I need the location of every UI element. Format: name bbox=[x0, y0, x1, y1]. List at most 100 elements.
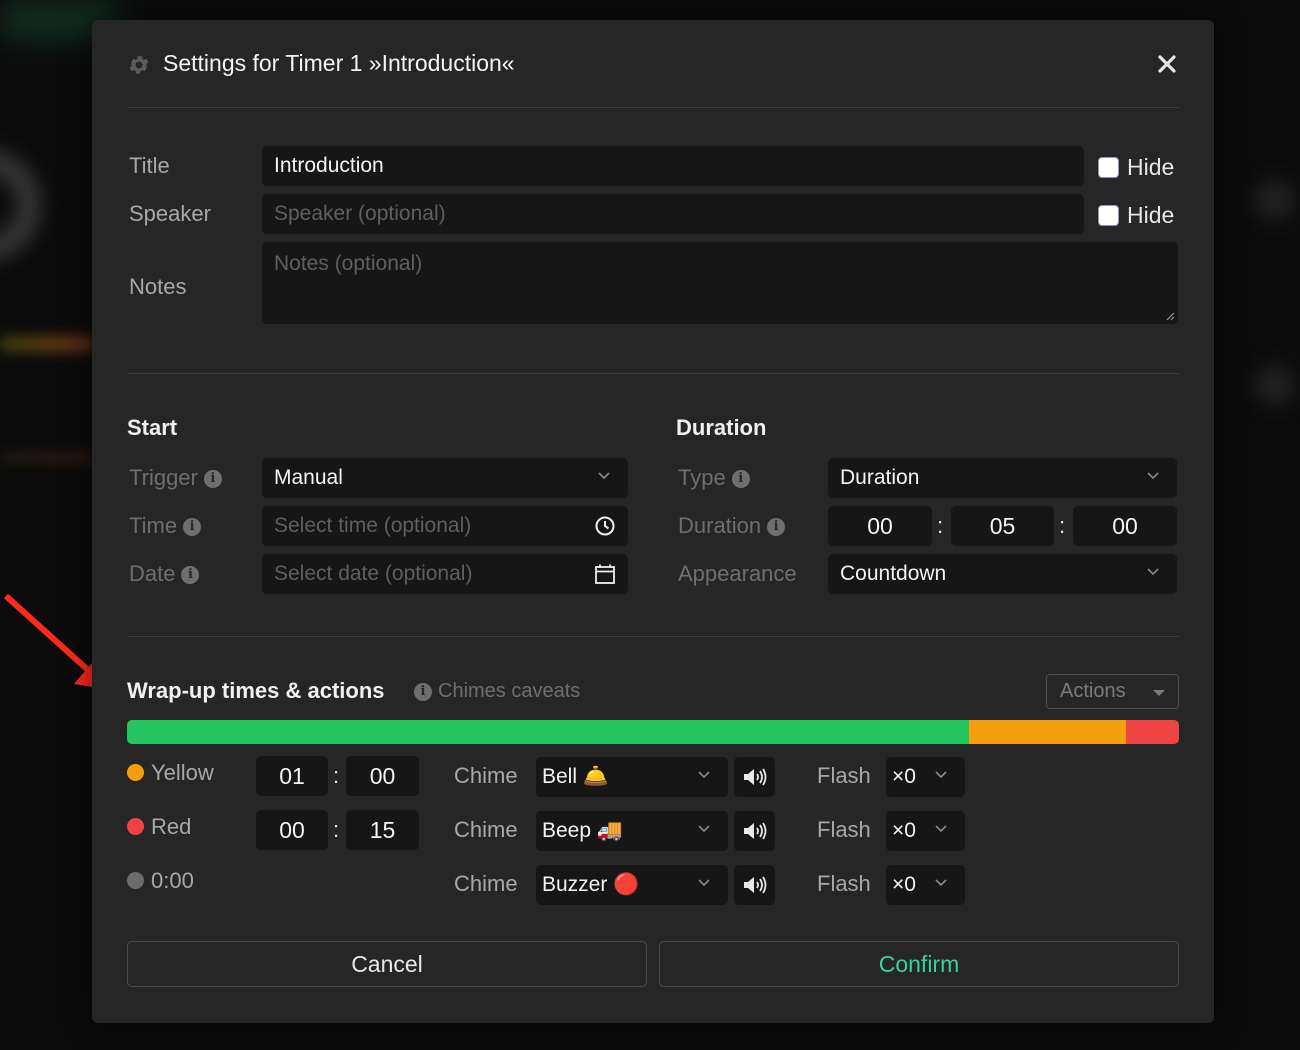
red-chime-select[interactable]: Beep 🚚 bbox=[536, 811, 728, 851]
time-placeholder: Select time (optional) bbox=[274, 514, 472, 537]
yellow-chime-value: Bell 🛎️ bbox=[542, 765, 609, 788]
chimes-caveats-link[interactable]: i Chimes caveats bbox=[414, 680, 580, 703]
title-hide-checkbox[interactable] bbox=[1098, 157, 1119, 178]
yellow-row-name: Yellow bbox=[151, 760, 214, 785]
time-separator: : bbox=[937, 513, 944, 538]
chevron-down-icon bbox=[1147, 472, 1159, 480]
chevron-down-icon bbox=[935, 771, 947, 779]
red-row-label: Red bbox=[127, 814, 191, 840]
chevron-down-icon bbox=[698, 879, 710, 887]
duration-seconds-input[interactable]: 00 bbox=[1073, 506, 1177, 546]
actions-dropdown-button[interactable]: Actions bbox=[1046, 674, 1179, 709]
timer-settings-dialog: Settings for Timer 1 »Introduction« Titl… bbox=[92, 20, 1214, 1023]
time-separator: : bbox=[333, 763, 340, 788]
actions-label: Actions bbox=[1060, 680, 1126, 702]
chime-label: Chime bbox=[454, 871, 518, 896]
red-preview-chime-button[interactable] bbox=[734, 811, 775, 851]
dialog-header: Settings for Timer 1 »Introduction« bbox=[127, 20, 1179, 108]
divider bbox=[127, 636, 1179, 637]
green-phase-segment bbox=[127, 720, 969, 744]
chime-label: Chime bbox=[454, 817, 518, 842]
clock-icon[interactable] bbox=[594, 515, 616, 537]
time-label-text: Time bbox=[129, 513, 178, 538]
yellow-flash-value: ×0 bbox=[892, 765, 916, 788]
title-hide-label: Hide bbox=[1127, 154, 1175, 180]
dialog-title: Settings for Timer 1 »Introduction« bbox=[163, 50, 515, 76]
speaker-hide-toggle[interactable]: Hide bbox=[1098, 202, 1174, 229]
appearance-select[interactable]: Countdown bbox=[828, 554, 1177, 594]
trigger-select[interactable]: Manual bbox=[262, 458, 628, 498]
date-label: Date i bbox=[129, 561, 200, 587]
date-picker-input[interactable]: Select date (optional) bbox=[262, 554, 628, 594]
red-minutes-input[interactable]: 00 bbox=[256, 810, 328, 850]
yellow-row-label: Yellow bbox=[127, 760, 214, 786]
gray-dot-icon bbox=[127, 871, 144, 889]
date-label-text: Date bbox=[129, 561, 176, 586]
zero-row-name: 0:00 bbox=[151, 868, 194, 893]
yellow-flash-select[interactable]: ×0 bbox=[886, 757, 965, 797]
speaker-input[interactable]: Speaker (optional) bbox=[262, 194, 1084, 234]
info-icon[interactable]: i bbox=[183, 518, 202, 537]
flash-label: Flash bbox=[817, 817, 871, 842]
chevron-down-icon bbox=[935, 825, 947, 833]
title-input[interactable]: Introduction bbox=[262, 146, 1084, 186]
date-placeholder: Select date (optional) bbox=[274, 562, 473, 585]
time-label: Time i bbox=[129, 513, 202, 539]
calendar-icon[interactable] bbox=[594, 563, 616, 585]
trigger-label: Trigger i bbox=[129, 465, 222, 491]
info-icon[interactable]: i bbox=[181, 566, 200, 585]
appearance-value: Countdown bbox=[840, 562, 947, 585]
yellow-preview-chime-button[interactable] bbox=[734, 757, 775, 797]
confirm-button[interactable]: Confirm bbox=[659, 941, 1179, 987]
duration-label-text: Duration bbox=[678, 513, 762, 538]
chevron-down-icon bbox=[598, 472, 610, 480]
red-row-name: Red bbox=[151, 814, 192, 839]
cancel-button[interactable]: Cancel bbox=[127, 941, 647, 987]
info-icon[interactable]: i bbox=[731, 470, 750, 489]
chevron-down-icon bbox=[935, 879, 947, 887]
speaker-icon bbox=[743, 822, 766, 840]
flash-label: Flash bbox=[817, 871, 871, 896]
type-select[interactable]: Duration bbox=[828, 458, 1177, 498]
gear-icon bbox=[129, 56, 149, 74]
red-flash-select[interactable]: ×0 bbox=[886, 811, 965, 851]
chevron-down-icon bbox=[1147, 568, 1159, 576]
trigger-label-text: Trigger bbox=[129, 465, 198, 490]
notes-placeholder: Notes (optional) bbox=[274, 252, 423, 275]
divider bbox=[127, 373, 1179, 374]
notes-textarea[interactable]: Notes (optional) bbox=[262, 242, 1178, 324]
yellow-seconds-input[interactable]: 00 bbox=[346, 756, 419, 796]
chevron-down-icon bbox=[698, 825, 710, 833]
title-hide-toggle[interactable]: Hide bbox=[1098, 154, 1174, 181]
start-heading: Start bbox=[127, 415, 178, 440]
zero-preview-chime-button[interactable] bbox=[734, 865, 775, 905]
type-label: Type i bbox=[678, 465, 750, 491]
yellow-chime-select[interactable]: Bell 🛎️ bbox=[536, 757, 728, 797]
duration-hours-input[interactable]: 00 bbox=[828, 506, 932, 546]
red-chime-value: Beep 🚚 bbox=[542, 819, 624, 842]
time-picker-input[interactable]: Select time (optional) bbox=[262, 506, 628, 546]
info-icon[interactable]: i bbox=[203, 470, 222, 489]
caret-down-icon bbox=[1153, 690, 1165, 696]
duration-minutes-input[interactable]: 05 bbox=[951, 506, 1054, 546]
speaker-hide-checkbox[interactable] bbox=[1098, 205, 1119, 226]
red-seconds-input[interactable]: 15 bbox=[346, 810, 419, 850]
close-icon[interactable] bbox=[1155, 52, 1179, 76]
appearance-label: Appearance bbox=[678, 561, 797, 586]
type-label-text: Type bbox=[678, 465, 726, 490]
yellow-phase-segment bbox=[968, 720, 1127, 744]
yellow-dot-icon bbox=[127, 763, 144, 781]
red-dot-icon bbox=[127, 817, 144, 835]
info-icon[interactable]: i bbox=[767, 518, 786, 537]
speaker-icon bbox=[743, 768, 766, 786]
zero-chime-select[interactable]: Buzzer 🔴 bbox=[536, 865, 728, 905]
zero-flash-value: ×0 bbox=[892, 873, 916, 896]
zero-flash-select[interactable]: ×0 bbox=[886, 865, 965, 905]
resize-handle-icon[interactable] bbox=[1165, 311, 1175, 321]
chevron-down-icon bbox=[698, 771, 710, 779]
yellow-minutes-input[interactable]: 01 bbox=[256, 756, 328, 796]
duration-label: Duration i bbox=[678, 513, 786, 539]
red-flash-value: ×0 bbox=[892, 819, 916, 842]
zero-row-label: 0:00 bbox=[127, 868, 194, 894]
timer-phase-bar bbox=[127, 720, 1179, 744]
